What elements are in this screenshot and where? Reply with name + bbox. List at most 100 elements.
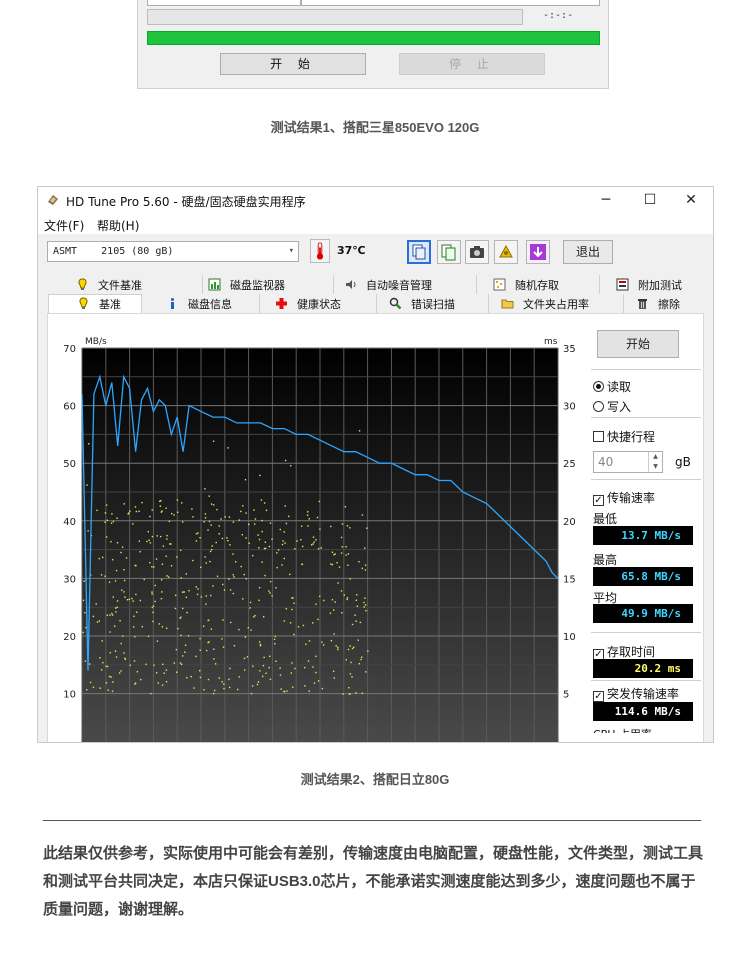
caption-result-2: 测试结果2、搭配日立80G: [300, 772, 450, 787]
menu-help[interactable]: 帮助(H): [97, 217, 139, 234]
access-point: [244, 478, 247, 481]
access-point: [205, 562, 207, 564]
access-point: [152, 620, 154, 623]
access-point: [154, 600, 156, 603]
short-stroke-label: 快捷行程: [607, 430, 656, 444]
access-time-checkbox[interactable]: ✓ 存取时间: [593, 643, 655, 660]
access-point: [340, 536, 343, 539]
options-icon[interactable]: [494, 240, 518, 264]
close-icon[interactable]: ✕: [676, 190, 706, 210]
access-point: [86, 689, 88, 691]
access-point: [181, 591, 184, 593]
title-bar[interactable]: HD Tune Pro 5.60 - 硬盘/固态硬盘实用程序 ─ ☐ ✕: [38, 187, 713, 214]
drive-select[interactable]: ASMT 2105 (80 gB) ▾: [47, 241, 299, 262]
access-point: [209, 550, 212, 553]
y-tick-left: 30: [63, 574, 76, 585]
access-point: [133, 660, 136, 662]
access-point: [313, 682, 316, 684]
menu-file[interactable]: 文件(F): [44, 217, 84, 234]
access-point: [350, 661, 352, 664]
access-point: [129, 510, 131, 512]
access-point: [196, 593, 199, 596]
access-point: [204, 556, 206, 558]
access-point: [207, 678, 210, 681]
monitor-chart-icon: [208, 278, 221, 291]
access-point: [321, 641, 323, 643]
access-point: [82, 599, 85, 602]
access-point: [279, 528, 281, 531]
y-axis-label-right: ms: [544, 337, 558, 347]
access-point: [259, 474, 261, 477]
tab-benchmark[interactable]: 基准: [48, 294, 142, 313]
access-point: [156, 535, 158, 537]
access-point: [106, 614, 109, 617]
access-point: [145, 663, 147, 666]
start-benchmark-button[interactable]: 开始: [597, 330, 679, 358]
maximize-icon[interactable]: ☐: [635, 190, 665, 210]
access-point: [158, 623, 160, 625]
access-point: [268, 590, 270, 592]
tab-label: 基准: [99, 298, 121, 311]
access-point: [132, 626, 135, 628]
access-point: [312, 536, 315, 538]
access-point: [87, 530, 89, 532]
access-point: [161, 563, 164, 565]
access-point: [132, 600, 134, 602]
stop-button[interactable]: 停 止: [399, 53, 545, 75]
access-point: [289, 622, 292, 624]
access-point: [203, 521, 205, 523]
access-point: [254, 518, 257, 520]
copy-info-icon[interactable]: [407, 240, 431, 264]
access-point: [146, 540, 148, 543]
camera-icon[interactable]: [465, 240, 489, 264]
transfer-rate-checkbox[interactable]: ✓ 传输速率: [593, 489, 655, 506]
access-point: [333, 609, 335, 611]
short-stroke-checkbox[interactable]: 快捷行程: [593, 428, 655, 445]
y-tick-right: 35: [563, 344, 576, 355]
access-point: [161, 626, 164, 628]
minimize-icon[interactable]: ─: [591, 190, 621, 210]
access-point: [175, 648, 178, 651]
start-button[interactable]: 开 始: [220, 53, 366, 75]
access-point: [200, 596, 203, 598]
access-point: [166, 538, 168, 540]
access-point: [207, 529, 209, 531]
access-point: [365, 671, 367, 673]
access-point: [111, 612, 113, 615]
access-point: [257, 681, 260, 683]
access-point: [220, 518, 222, 520]
access-point: [245, 578, 248, 580]
access-point: [301, 545, 304, 548]
access-point: [223, 589, 226, 591]
access-point: [252, 554, 254, 557]
save-icon[interactable]: [526, 240, 550, 264]
access-point: [139, 599, 142, 602]
access-point: [345, 554, 347, 556]
access-point: [268, 545, 271, 548]
access-point: [351, 623, 354, 626]
access-point: [258, 547, 260, 549]
short-stroke-stepper[interactable]: 40 ▲ ▼: [593, 451, 663, 473]
access-point: [218, 525, 220, 527]
access-point: [274, 635, 276, 638]
access-point: [260, 499, 263, 501]
progress-bar-fill: [147, 31, 600, 45]
read-radio[interactable]: 读取: [593, 378, 631, 395]
chevron-down-icon[interactable]: ▾: [289, 242, 294, 261]
access-point: [285, 608, 288, 610]
access-point: [208, 495, 210, 497]
write-radio[interactable]: 写入: [593, 398, 631, 415]
access-point: [116, 606, 118, 609]
burst-rate-checkbox[interactable]: ✓ 突发传输速率: [593, 685, 679, 702]
access-point: [342, 693, 344, 695]
exit-button[interactable]: 退出: [563, 240, 613, 264]
access-point: [284, 542, 286, 544]
access-point: [367, 650, 369, 652]
document-icon: [78, 278, 87, 290]
access-point: [245, 512, 247, 514]
access-point: [101, 640, 103, 642]
access-point: [238, 519, 241, 521]
copy-icon[interactable]: [437, 240, 461, 264]
stepper-arrows-icon[interactable]: ▲ ▼: [648, 452, 662, 472]
access-point: [283, 690, 285, 693]
